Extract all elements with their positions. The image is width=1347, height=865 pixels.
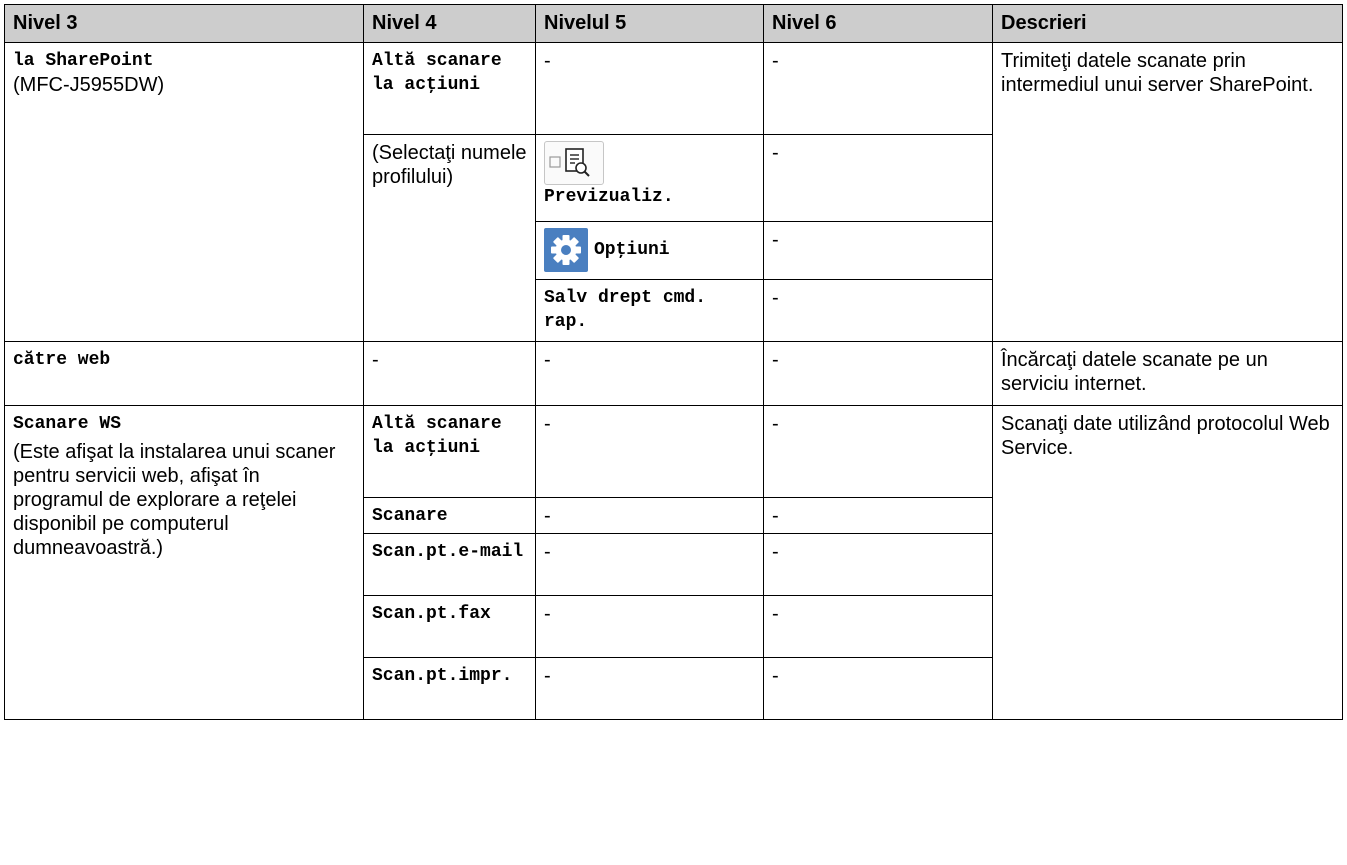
web-label: către web (4, 341, 364, 406)
ws-scan: Scanare (363, 497, 536, 534)
preview-label: Previzualiz. (544, 187, 674, 207)
dash-cell: - (763, 657, 993, 720)
scan-menu-table: Nivel 3 Nivel 4 Nivelul 5 Nivel 6 Descri… (4, 4, 1343, 720)
ws-scan-email: Scan.pt.e-mail (363, 533, 536, 596)
table-row: Scanare WS (Este afişat la instalarea un… (4, 405, 1343, 720)
header-row: Nivel 3 Nivel 4 Nivelul 5 Nivel 6 Descri… (4, 4, 1343, 43)
ws-scan-label: Scanare WS (13, 414, 122, 434)
table-row: la SharePoint (MFC-J5955DW) Altă scanare… (4, 42, 1343, 342)
gear-icon (544, 228, 588, 272)
header-level-3: Nivel 3 (4, 4, 364, 43)
dash-cell: - (763, 341, 993, 406)
sharepoint-other-scan: Altă scanare la acţiuni (363, 42, 536, 135)
sharepoint-description: Trimiteţi datele scanate prin intermediu… (992, 42, 1343, 342)
header-level-4: Nivel 4 (363, 4, 536, 43)
options-cell: Opţiuni (535, 221, 764, 280)
sharepoint-label: la SharePoint (13, 51, 154, 71)
ws-scan-print: Scan.pt.impr. (363, 657, 536, 720)
dash-cell: - (763, 497, 993, 534)
dash-cell: - (535, 405, 764, 498)
preview-icon (544, 141, 604, 185)
ws-other-scan: Altă scanare la acţiuni (363, 405, 536, 498)
dash-cell: - (535, 341, 764, 406)
web-description: Încărcaţi datele scanate pe un serviciu … (992, 341, 1343, 406)
dash-cell: - (535, 497, 764, 534)
ws-scan-fax: Scan.pt.fax (363, 595, 536, 658)
dash-cell: - (535, 595, 764, 658)
dash-cell: - (535, 533, 764, 596)
dash-cell: - (763, 533, 993, 596)
sharepoint-profile: (Selectaţi numele profilului) (363, 134, 536, 342)
dash-cell: - (763, 42, 993, 135)
dash-cell: - (363, 341, 536, 406)
header-level-6: Nivel 6 (763, 4, 993, 43)
save-shortcut: Salv drept cmd. rap. (535, 279, 764, 342)
dash-cell: - (763, 279, 993, 342)
dash-cell: - (535, 657, 764, 720)
dash-cell: - (763, 595, 993, 658)
table-row: către web - - - Încărcaţi datele scanate… (4, 341, 1343, 406)
sharepoint-model: (MFC-J5955DW) (13, 74, 165, 96)
options-label: Opţiuni (594, 240, 670, 260)
dash-cell: - (763, 405, 993, 498)
ws-description: Scanaţi date utilizând protocolul Web Se… (992, 405, 1343, 720)
dash-cell: - (535, 42, 764, 135)
header-descriptions: Descrieri (992, 4, 1343, 43)
cell-ws-scan: Scanare WS (Este afişat la instalarea un… (4, 405, 364, 720)
preview-cell: Previzualiz. (535, 134, 764, 222)
dash-cell: - (763, 221, 993, 280)
header-level-5: Nivelul 5 (535, 4, 764, 43)
cell-sharepoint: la SharePoint (MFC-J5955DW) (4, 42, 364, 342)
ws-scan-note: (Este afişat la instalarea unui scaner p… (13, 441, 336, 559)
dash-cell: - (763, 134, 993, 222)
